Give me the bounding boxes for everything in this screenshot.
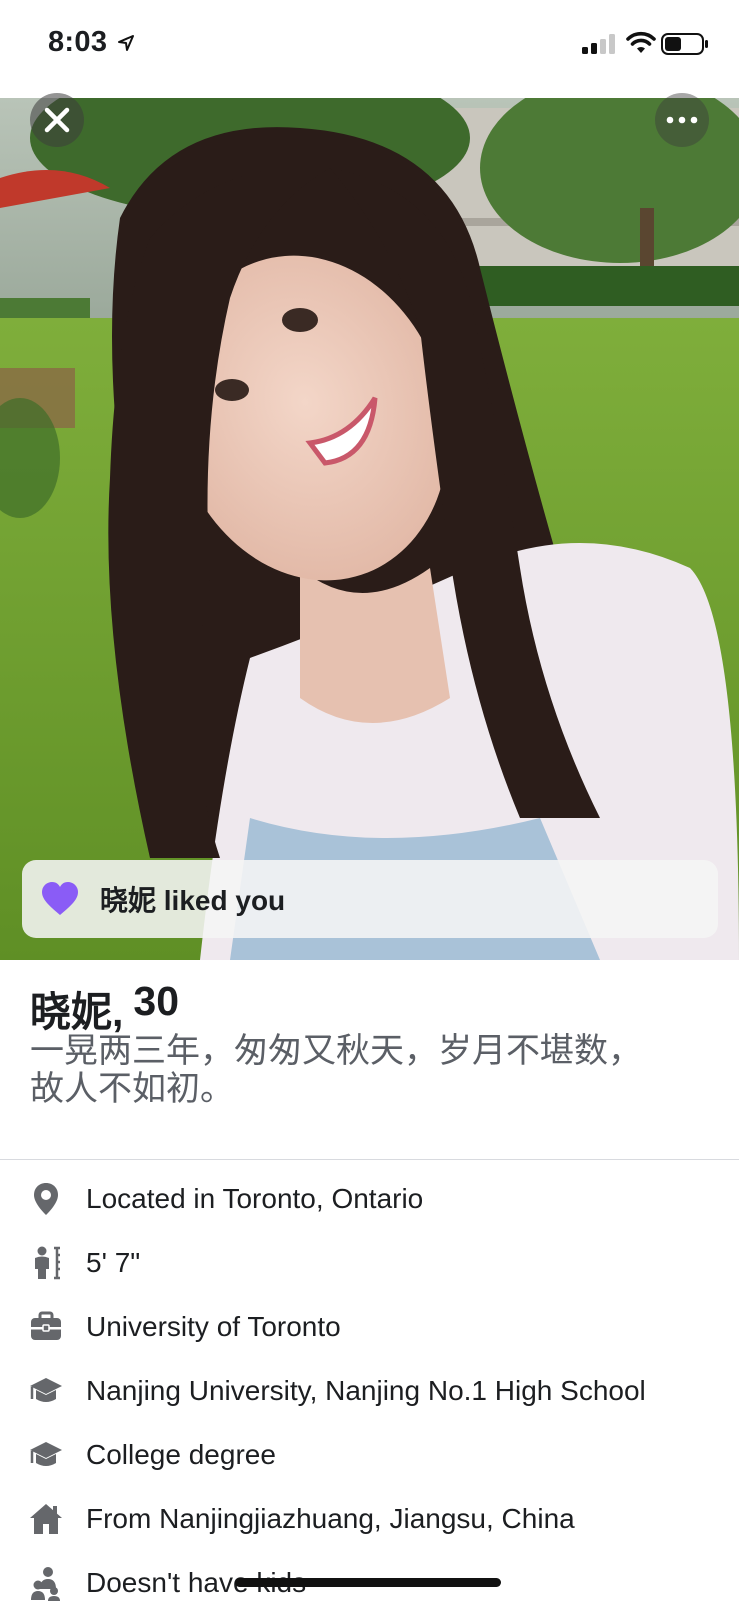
detail-work: University of Toronto [0,1299,739,1355]
detail-location: Located in Toronto, Ontario [0,1171,739,1227]
detail-education: Nanjing University, Nanjing No.1 High Sc… [0,1363,739,1419]
profile-name-age: 晓妮, 30 [30,978,179,1038]
more-options-button[interactable] [655,93,709,147]
status-bar: 8:03 [0,0,739,98]
home-indicator[interactable] [235,1578,501,1587]
profile-name: 晓妮, [30,989,124,1035]
detail-work-text: University of Toronto [86,1311,341,1342]
status-time: 8:03 [48,26,108,58]
detail-height: 5' 7" [0,1235,739,1291]
graduation-cap-icon [30,1378,62,1402]
bio-line-1: 一晃两三年，匆匆又秋天，岁月不堪数， [30,1032,642,1070]
wifi-icon [626,31,656,53]
profile-bio: 一晃两三年，匆匆又秋天，岁月不堪数， 故人不如初。 [30,1032,710,1108]
detail-hometown: From Nanjingjiazhuang, Jiangsu, China [0,1491,739,1547]
bio-line-2: 故人不如初。 [30,1070,234,1108]
location-arrow-icon [118,35,134,51]
close-button[interactable] [30,93,84,147]
detail-location-text: Located in Toronto, Ontario [86,1183,424,1214]
liked-you-text: 晓妮 liked you [100,885,286,916]
liked-you-banner: 晓妮 liked you [22,860,718,938]
profile-photo-illustration [0,98,739,960]
close-icon [44,107,70,133]
height-icon [35,1246,60,1280]
detail-height-text: 5' 7" [86,1247,141,1278]
heart-icon [42,882,78,915]
detail-hometown-text: From Nanjingjiazhuang, Jiangsu, China [86,1503,575,1534]
detail-degree: College degree [0,1427,739,1483]
profile-photo[interactable] [0,98,739,960]
children-icon [31,1567,60,1601]
detail-education-text: Nanjing University, Nanjing No.1 High Sc… [86,1375,646,1406]
cellular-signal-icon [582,34,615,54]
briefcase-icon [31,1311,61,1340]
battery-icon [661,33,708,55]
graduation-cap-icon [30,1442,62,1466]
profile-age: 30 [133,978,180,1024]
location-pin-icon [34,1183,58,1215]
section-divider [0,1159,739,1160]
more-icon [666,116,698,124]
house-icon [30,1504,62,1534]
detail-degree-text: College degree [86,1439,276,1470]
